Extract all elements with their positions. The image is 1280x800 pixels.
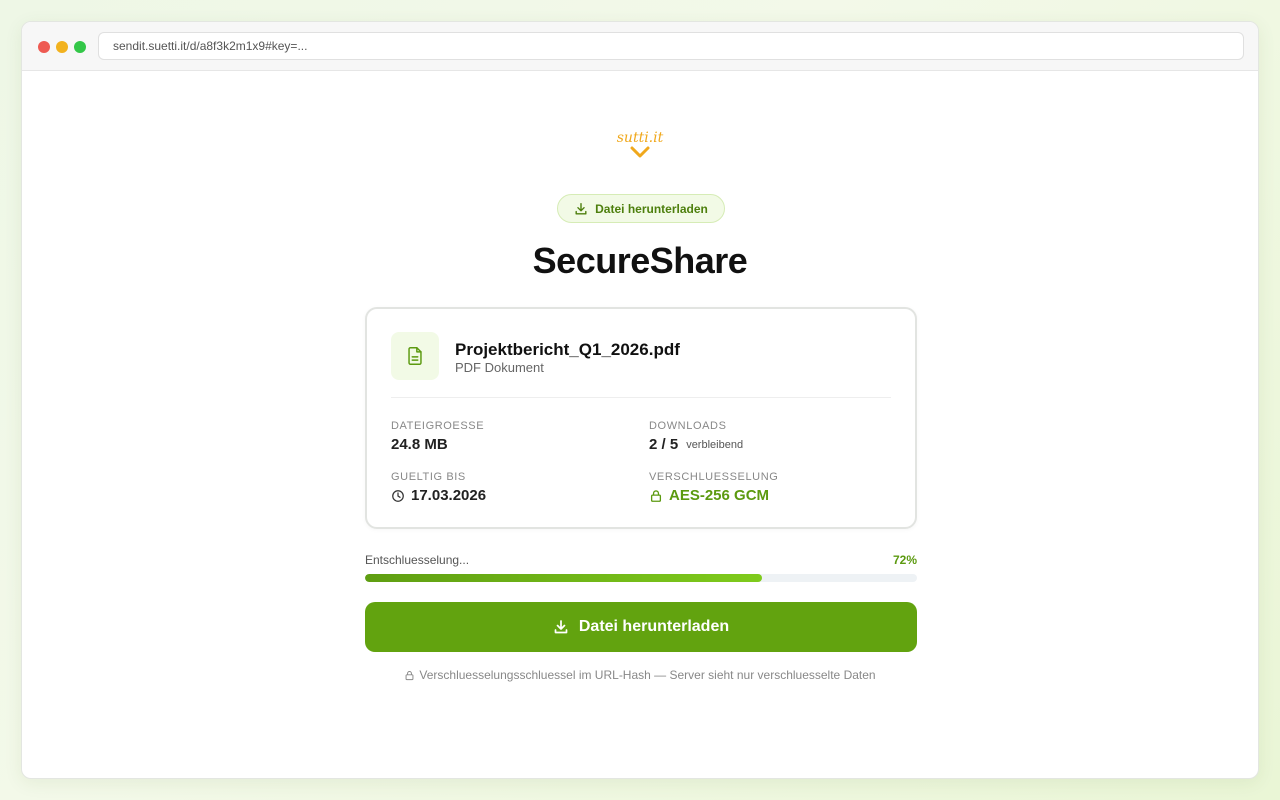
page-content: sutti.it Datei herunterladen SecureShare… [22,71,1258,778]
address-bar[interactable]: sendit.suetti.it/d/a8f3k2m1x9#key=... [98,32,1244,60]
downloads-count: 2 / 5 [649,436,679,453]
progress-percent: 72% [892,553,917,567]
card-divider [391,397,891,398]
download-badge: Datei herunterladen [557,194,725,223]
size-value: 24.8 MB [391,436,448,453]
download-icon [575,202,587,215]
lock-icon [650,489,662,502]
download-button[interactable]: Datei herunterladen [365,602,917,652]
browser-titlebar: sendit.suetti.it/d/a8f3k2m1x9#key=... [22,22,1258,71]
progress-bar [365,574,917,582]
file-card: Projektbericht_Q1_2026.pdf PDF Dokument … [365,307,917,529]
browser-window: sendit.suetti.it/d/a8f3k2m1x9#key=... su… [21,21,1259,779]
logo-text: sutti.it [616,130,664,146]
file-name: Projektbericht_Q1_2026.pdf [455,340,680,359]
footnote-text: Verschluesselungsschluessel im URL-Hash … [419,668,876,682]
security-footnote: Verschluesselungsschluessel im URL-Hash … [22,668,1258,682]
file-icon [408,347,422,365]
file-icon-container [391,332,439,380]
lock-icon [405,670,414,680]
encryption-value: AES-256 GCM [649,487,769,504]
close-window-button[interactable] [38,41,50,53]
encryption-method: AES-256 GCM [669,487,770,504]
size-label: DATEIGROESSE [391,420,485,432]
file-type: PDF Dokument [455,360,544,375]
progress-label: Entschluesselung... [365,553,470,567]
badge-label: Datei herunterladen [595,201,708,216]
valid-until-label: GUELTIG BIS [391,471,466,483]
chevron-down-icon [630,146,650,158]
downloads-label: DOWNLOADS [649,420,727,432]
encryption-label: VERSCHLUESSELUNG [649,471,779,483]
download-icon [554,620,568,634]
size-value-text: 24.8 MB [391,436,448,453]
logo: sutti.it [22,130,1258,159]
downloads-value: 2 / 5 verbleibend [649,436,743,453]
downloads-suffix: verbleibend [686,438,744,451]
clock-icon [392,489,404,502]
page-title: SecureShare [532,240,748,281]
minimize-window-button[interactable] [56,41,68,53]
valid-until-value: 17.03.2026 [391,487,486,504]
maximize-window-button[interactable] [74,41,86,53]
download-button-label: Datei herunterladen [578,618,730,635]
valid-until-date: 17.03.2026 [411,487,487,504]
progress-fill [365,574,763,582]
